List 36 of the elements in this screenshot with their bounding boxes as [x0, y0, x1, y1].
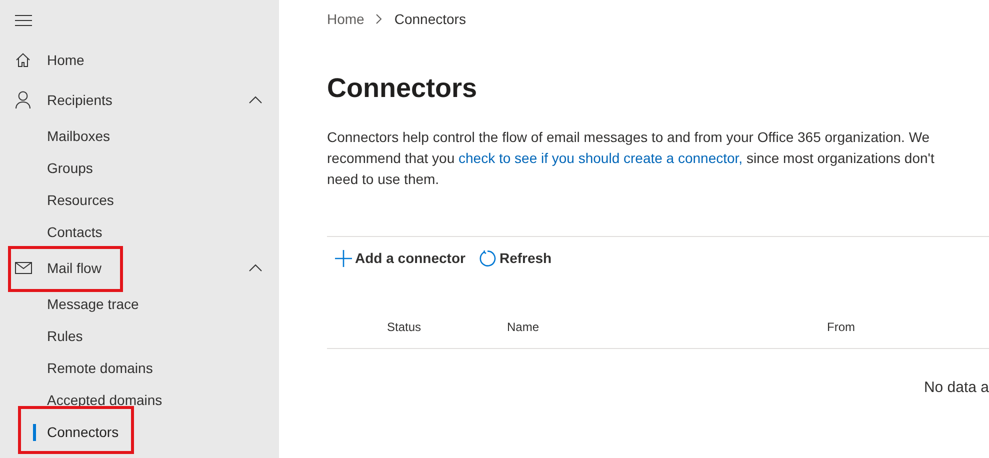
nav-subitem[interactable]: Remote domains [0, 352, 279, 384]
column-header[interactable]: From [827, 318, 855, 336]
nav-subitem[interactable]: Accepted domains [0, 384, 279, 416]
nav-label: Home [47, 50, 86, 70]
toolbar-button[interactable]: Refresh [479, 248, 552, 268]
description: Connectors help control the flow of email messages to and from your Office 365 organization. We recommend that you check to see if you should create a connector, since most organizations don't need to use them. [327, 128, 936, 188]
nav-subitem[interactable]: Rules [0, 320, 279, 352]
column-header[interactable]: Name [507, 318, 827, 336]
nav-label: Mail flow [47, 258, 102, 278]
nav-subitem[interactable]: Groups [0, 152, 279, 184]
nav-label: Recipients [47, 90, 114, 110]
chevron-right-icon [376, 14, 382, 24]
refresh-icon [479, 250, 496, 266]
mail-icon [15, 262, 32, 274]
home-icon [15, 52, 31, 68]
nav-subitem[interactable]: Contacts [0, 216, 279, 248]
chevron-up-icon [249, 264, 262, 272]
breadcrumb-link[interactable]: Home [327, 8, 364, 30]
menu-icon [15, 14, 32, 26]
nav-item[interactable]: Home [0, 40, 279, 80]
person-icon [15, 91, 31, 109]
plus-icon [335, 250, 352, 266]
nav-item[interactable]: Mail flow [0, 248, 279, 288]
column-header[interactable]: Status [387, 318, 507, 336]
breadcrumb-link[interactable]: Connectors [394, 8, 466, 30]
page-title: Connectors [327, 72, 478, 105]
nav-subitem[interactable]: Connectors [0, 416, 279, 448]
nav-subitem[interactable]: Resources [0, 184, 279, 216]
nav-subitem[interactable]: Mailboxes [0, 120, 279, 152]
help-link[interactable]: check to see if you should create a connector, [458, 150, 743, 166]
toolbar-button[interactable]: Add a connector [335, 248, 466, 268]
chevron-up-icon [249, 96, 262, 104]
nav-item[interactable]: Recipients [0, 80, 279, 120]
empty-message: No data a [924, 378, 989, 398]
selection-bar [33, 424, 36, 441]
nav-subitem[interactable]: Message trace [0, 288, 279, 320]
